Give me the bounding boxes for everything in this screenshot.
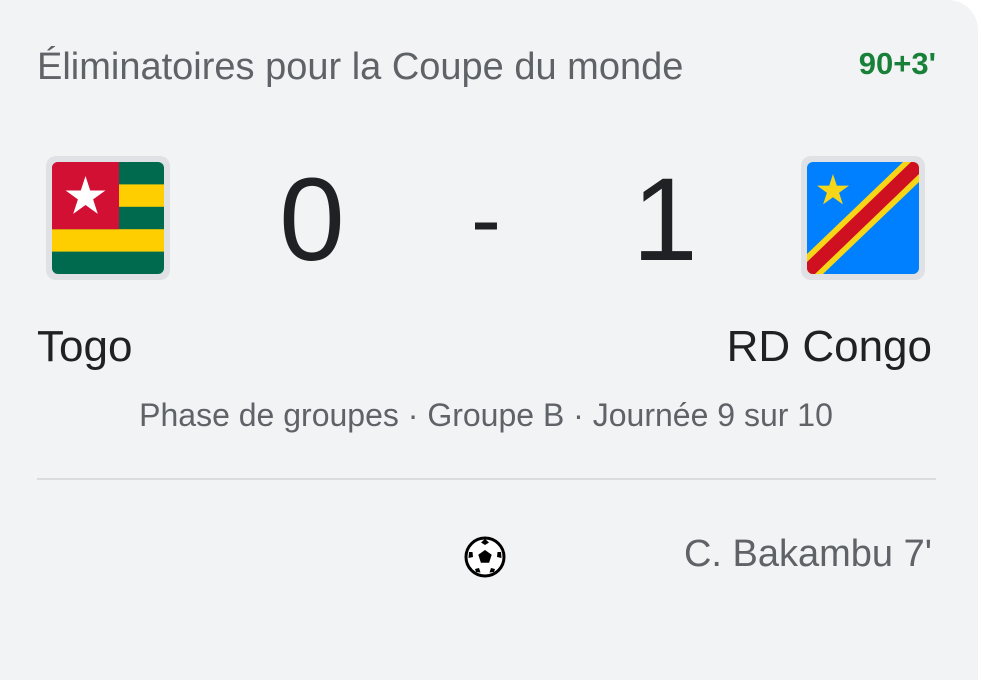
away-team-name[interactable]: RD Congo [727,320,932,374]
score-separator: - [471,170,501,270]
soccer-ball-icon [463,535,507,579]
togo-flag-icon[interactable] [46,156,170,280]
match-card[interactable]: Éliminatoires pour la Coupe du monde 90+… [0,0,978,680]
divider [37,478,936,480]
away-score: 1 [632,154,698,286]
match-clock: 90+3' [858,46,936,81]
competition-title[interactable]: Éliminatoires pour la Coupe du monde [37,44,683,90]
home-score: 0 [279,154,345,286]
dr-congo-flag-icon[interactable] [801,156,925,280]
match-phase: Phase de groupes · Groupe B · Journée 9 … [139,397,833,433]
goal-event-scorer[interactable]: C. Bakambu 7' [684,530,932,578]
home-team-name[interactable]: Togo [37,320,132,374]
